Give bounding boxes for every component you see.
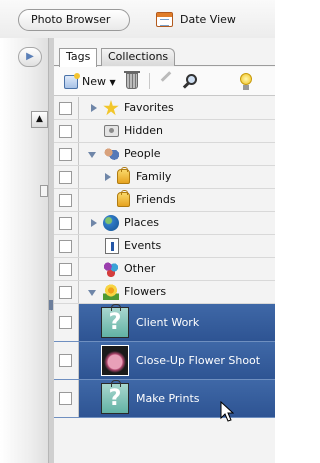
date-view-label: Date View <box>180 13 236 26</box>
top-bar: Photo Browser Date View <box>0 0 275 38</box>
tab-tags[interactable]: Tags <box>59 48 97 67</box>
tag-checkbox[interactable] <box>59 171 72 184</box>
star-icon <box>103 100 119 116</box>
tag-row-close-up-flower-shoot[interactable]: Close-Up Flower Shoot <box>54 342 275 380</box>
tag-label: People <box>124 147 161 160</box>
hidden-icon <box>104 125 119 137</box>
tab-collections[interactable]: Collections <box>101 48 175 66</box>
left-panel: ▶ ▲ <box>0 38 50 463</box>
calendar-icon <box>156 12 173 27</box>
collapse-arrow-icon[interactable] <box>88 152 96 158</box>
flower-icon <box>103 284 119 300</box>
tag-row-make-prints[interactable]: Make Prints <box>54 380 275 418</box>
expand-arrow-icon[interactable] <box>91 104 97 112</box>
tag-label: Close-Up Flower Shoot <box>136 354 261 367</box>
tag-checkbox[interactable] <box>59 316 72 329</box>
tag-row-places[interactable]: Places <box>54 212 275 235</box>
tag-label: Flowers <box>124 285 167 298</box>
tag-label: Friends <box>136 193 176 206</box>
date-view-button[interactable]: Date View <box>156 11 236 29</box>
tag-checkbox[interactable] <box>59 392 72 405</box>
tag-label: Make Prints <box>136 392 200 405</box>
expand-arrow-icon[interactable] <box>91 219 97 227</box>
nav-arrow-icon[interactable]: ▶ <box>18 47 42 67</box>
tag-checkbox[interactable] <box>59 102 72 115</box>
tag-checkbox[interactable] <box>59 354 72 367</box>
toolbar-divider <box>149 73 150 89</box>
collapse-arrow-icon[interactable] <box>88 290 96 296</box>
tag-checkbox[interactable] <box>59 148 72 161</box>
tag-toolbar: New ▼ <box>54 67 275 96</box>
mouse-pointer-icon <box>220 401 234 422</box>
caret-down-icon: ▼ <box>109 78 116 87</box>
tag-checkbox[interactable] <box>59 263 72 276</box>
tag-row-flowers[interactable]: Flowers <box>54 281 275 304</box>
events-icon <box>105 238 119 254</box>
tag-row-hidden[interactable]: Hidden <box>54 120 275 143</box>
tag-label: Events <box>124 239 162 252</box>
new-label: New <box>82 75 106 88</box>
tag-label: Favorites <box>124 101 174 114</box>
tag-checkbox[interactable] <box>59 194 72 207</box>
globe-icon <box>103 215 119 231</box>
tag-label: Places <box>124 216 159 229</box>
tag-label: Family <box>136 170 172 183</box>
question-tag-icon <box>101 380 129 414</box>
scroll-thumb[interactable] <box>40 185 48 197</box>
tab-bar: Tags Collections <box>54 46 275 67</box>
expand-arrow-icon[interactable] <box>105 173 111 181</box>
trash-icon[interactable] <box>124 71 140 89</box>
pencil-icon[interactable] <box>160 71 172 82</box>
tag-row-other[interactable]: Other <box>54 258 275 281</box>
organizer-panel: Tags Collections New ▼ Favorites Hidden <box>54 38 275 463</box>
new-tag-icon <box>64 73 80 89</box>
flower-photo-thumbnail <box>101 345 129 376</box>
scroll-up-button[interactable]: ▲ <box>31 111 48 128</box>
lightbulb-icon[interactable] <box>240 73 252 90</box>
tag-row-events[interactable]: Events <box>54 235 275 258</box>
tag-checkbox[interactable] <box>59 125 72 138</box>
tag-checkbox[interactable] <box>59 240 72 253</box>
other-icon <box>103 261 119 277</box>
photo-browser-button[interactable]: Photo Browser <box>18 9 130 31</box>
tag-row-client-work[interactable]: Client Work <box>54 304 275 342</box>
tag-icon <box>117 167 130 184</box>
find-icon[interactable] <box>182 72 200 90</box>
new-tag-button[interactable]: New ▼ <box>64 73 116 90</box>
tag-checkbox[interactable] <box>59 217 72 230</box>
tag-row-people[interactable]: People <box>54 143 275 166</box>
tag-row-friends[interactable]: Friends <box>54 189 275 212</box>
divider-grip[interactable] <box>49 300 53 310</box>
tag-label: Hidden <box>124 124 164 137</box>
tag-icon <box>117 190 130 207</box>
tag-checkbox[interactable] <box>59 286 72 299</box>
tag-row-favorites[interactable]: Favorites <box>54 97 275 120</box>
tag-label: Other <box>124 262 156 275</box>
tag-label: Client Work <box>136 316 200 329</box>
tag-row-family[interactable]: Family <box>54 166 275 189</box>
people-icon <box>103 146 119 162</box>
question-tag-icon <box>101 304 129 338</box>
